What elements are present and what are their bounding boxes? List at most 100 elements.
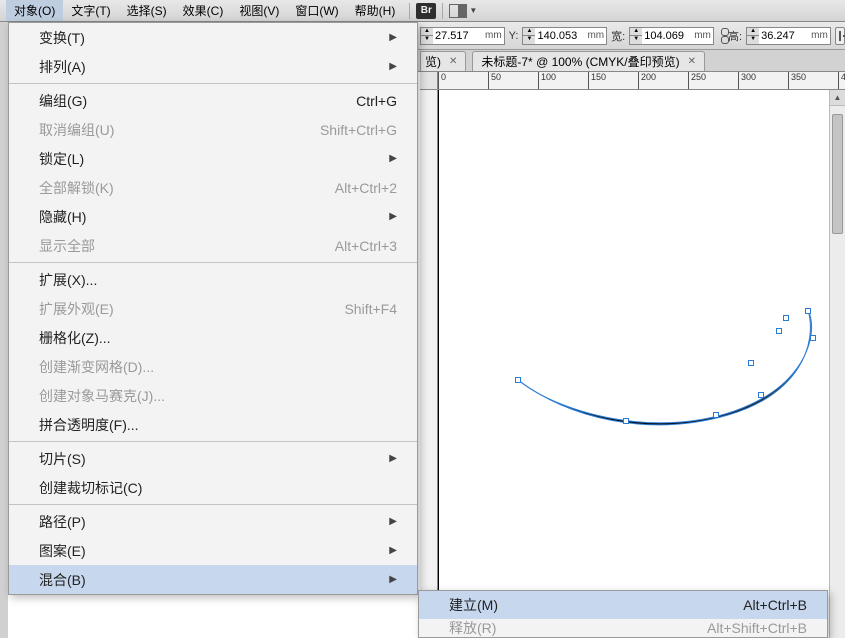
y-field[interactable]: ▲▼ mm xyxy=(522,27,607,45)
w-unit: mm xyxy=(694,30,713,41)
selected-path-shape[interactable] xyxy=(508,300,828,450)
blend-submenu: 建立(M)Alt+Ctrl+B释放(R)Alt+Shift+Ctrl+B xyxy=(418,590,828,638)
menu-item-label: 全部解锁(K) xyxy=(39,178,335,198)
menu-item-label: 隐藏(H) xyxy=(39,207,389,227)
anchor-point[interactable] xyxy=(713,412,719,418)
menu-item[interactable]: 混合(B)▶ xyxy=(9,565,417,594)
submenu-item: 释放(R)Alt+Shift+Ctrl+B xyxy=(419,619,827,637)
w-field[interactable]: ▲▼ mm xyxy=(629,27,714,45)
anchor-point[interactable] xyxy=(758,392,764,398)
menu-item-label: 创建对象马赛克(J)... xyxy=(39,386,397,406)
menu-shortcut: Shift+F4 xyxy=(344,301,397,317)
menu-item[interactable]: 扩展(X)... xyxy=(9,265,417,294)
h-field[interactable]: ▲▼ mm xyxy=(746,27,831,45)
anchor-point[interactable] xyxy=(515,377,521,383)
link-wh-icon[interactable] xyxy=(718,27,724,45)
menu-item[interactable]: 排列(A)▶ xyxy=(9,52,417,81)
menu-item-label: 混合(B) xyxy=(39,570,389,590)
x-field[interactable]: ▲▼ mm xyxy=(420,27,505,45)
anchor-point[interactable] xyxy=(623,418,629,424)
submenu-arrow-icon: ▶ xyxy=(389,545,397,556)
scroll-thumb[interactable] xyxy=(832,114,843,234)
menu-shortcut: Alt+Ctrl+B xyxy=(743,597,807,613)
menu-item-label: 排列(A) xyxy=(39,57,389,77)
submenu-arrow-icon: ▶ xyxy=(389,153,397,164)
stepper-up-icon[interactable]: ▲ xyxy=(421,28,433,36)
menu-item[interactable]: 变换(T)▶ xyxy=(9,23,417,52)
reference-point-icon[interactable] xyxy=(835,27,845,45)
stepper-down-icon[interactable]: ▼ xyxy=(523,36,535,44)
bridge-icon[interactable]: Br xyxy=(416,3,436,19)
left-dock-strip xyxy=(0,22,8,638)
close-icon[interactable]: ✕ xyxy=(449,56,457,67)
menu-shortcut: Shift+Ctrl+G xyxy=(320,122,397,138)
x-input[interactable] xyxy=(433,28,485,44)
menu-item-label: 取消编组(U) xyxy=(39,120,320,140)
doc-tab-main[interactable]: 未标题-7* @ 100% (CMYK/叠印预览) ✕ xyxy=(472,51,705,71)
h-input[interactable] xyxy=(759,28,811,44)
anchor-point[interactable] xyxy=(776,328,782,334)
stepper-up-icon[interactable]: ▲ xyxy=(630,28,642,36)
y-label: Y: xyxy=(509,30,519,42)
stepper-down-icon[interactable]: ▼ xyxy=(630,36,642,44)
main-menubar: 对象(O) 文字(T) 选择(S) 效果(C) 视图(V) 窗口(W) 帮助(H… xyxy=(0,0,845,22)
menu-item[interactable]: 拼合透明度(F)... xyxy=(9,410,417,439)
submenu-item[interactable]: 建立(M)Alt+Ctrl+B xyxy=(419,591,827,619)
menu-item-label: 路径(P) xyxy=(39,512,389,532)
layout-arrange-icon[interactable] xyxy=(449,4,467,18)
menu-window[interactable]: 窗口(W) xyxy=(287,0,346,21)
w-input[interactable] xyxy=(642,28,694,44)
menu-text[interactable]: 文字(T) xyxy=(63,0,118,21)
menu-item[interactable]: 切片(S)▶ xyxy=(9,444,417,473)
y-input[interactable] xyxy=(535,28,587,44)
doc-tab-partial[interactable]: 览) ✕ xyxy=(420,51,466,71)
menu-item[interactable]: 锁定(L)▶ xyxy=(9,144,417,173)
submenu-arrow-icon: ▶ xyxy=(389,32,397,43)
menu-item-label: 切片(S) xyxy=(39,449,389,469)
object-menu-dropdown: 变换(T)▶排列(A)▶编组(G)Ctrl+G取消编组(U)Shift+Ctrl… xyxy=(8,22,418,595)
artboard-edge xyxy=(438,90,439,638)
stepper-up-icon[interactable]: ▲ xyxy=(747,28,759,36)
menu-item-label: 锁定(L) xyxy=(39,149,389,169)
anchor-point[interactable] xyxy=(748,360,754,366)
ruler-origin[interactable] xyxy=(420,72,438,90)
menu-object[interactable]: 对象(O) xyxy=(6,0,63,21)
menu-item-label: 编组(G) xyxy=(39,91,356,111)
menu-effect[interactable]: 效果(C) xyxy=(175,0,232,21)
menu-item-label: 创建渐变网格(D)... xyxy=(39,357,397,377)
menu-item-label: 拼合透明度(F)... xyxy=(39,415,397,435)
menu-item[interactable]: 图案(E)▶ xyxy=(9,536,417,565)
anchor-point[interactable] xyxy=(810,335,816,341)
menu-item-label: 创建裁切标记(C) xyxy=(39,478,397,498)
menu-help[interactable]: 帮助(H) xyxy=(347,0,404,21)
vertical-scrollbar[interactable]: ▲ xyxy=(829,90,845,638)
submenu-item-label: 建立(M) xyxy=(449,595,743,615)
menu-shortcut: Ctrl+G xyxy=(356,93,397,109)
menu-view[interactable]: 视图(V) xyxy=(231,0,287,21)
vertical-ruler[interactable] xyxy=(420,90,438,638)
menu-item[interactable]: 路径(P)▶ xyxy=(9,507,417,536)
menu-item[interactable]: 隐藏(H)▶ xyxy=(9,202,417,231)
menu-item: 创建渐变网格(D)... xyxy=(9,352,417,381)
menu-item[interactable]: 创建裁切标记(C) xyxy=(9,473,417,502)
menu-item[interactable]: 栅格化(Z)... xyxy=(9,323,417,352)
menu-item: 取消编组(U)Shift+Ctrl+G xyxy=(9,115,417,144)
anchor-point[interactable] xyxy=(805,308,811,314)
menu-select[interactable]: 选择(S) xyxy=(119,0,175,21)
menu-item: 扩展外观(E)Shift+F4 xyxy=(9,294,417,323)
anchor-point[interactable] xyxy=(783,315,789,321)
submenu-arrow-icon: ▶ xyxy=(389,211,397,222)
menu-item[interactable]: 编组(G)Ctrl+G xyxy=(9,86,417,115)
stepper-down-icon[interactable]: ▼ xyxy=(747,36,759,44)
horizontal-ruler[interactable]: 0501001502002503003504004505005506006507… xyxy=(420,72,845,90)
menu-item-label: 栅格化(Z)... xyxy=(39,328,397,348)
menu-item-label: 图案(E) xyxy=(39,541,389,561)
stepper-down-icon[interactable]: ▼ xyxy=(421,36,433,44)
canvas-area[interactable] xyxy=(438,90,845,638)
menu-item: 全部解锁(K)Alt+Ctrl+2 xyxy=(9,173,417,202)
submenu-arrow-icon: ▶ xyxy=(389,574,397,585)
scroll-up-icon[interactable]: ▲ xyxy=(830,90,845,106)
close-icon[interactable]: ✕ xyxy=(688,56,696,67)
menu-item-label: 变换(T) xyxy=(39,28,389,48)
stepper-up-icon[interactable]: ▲ xyxy=(523,28,535,36)
